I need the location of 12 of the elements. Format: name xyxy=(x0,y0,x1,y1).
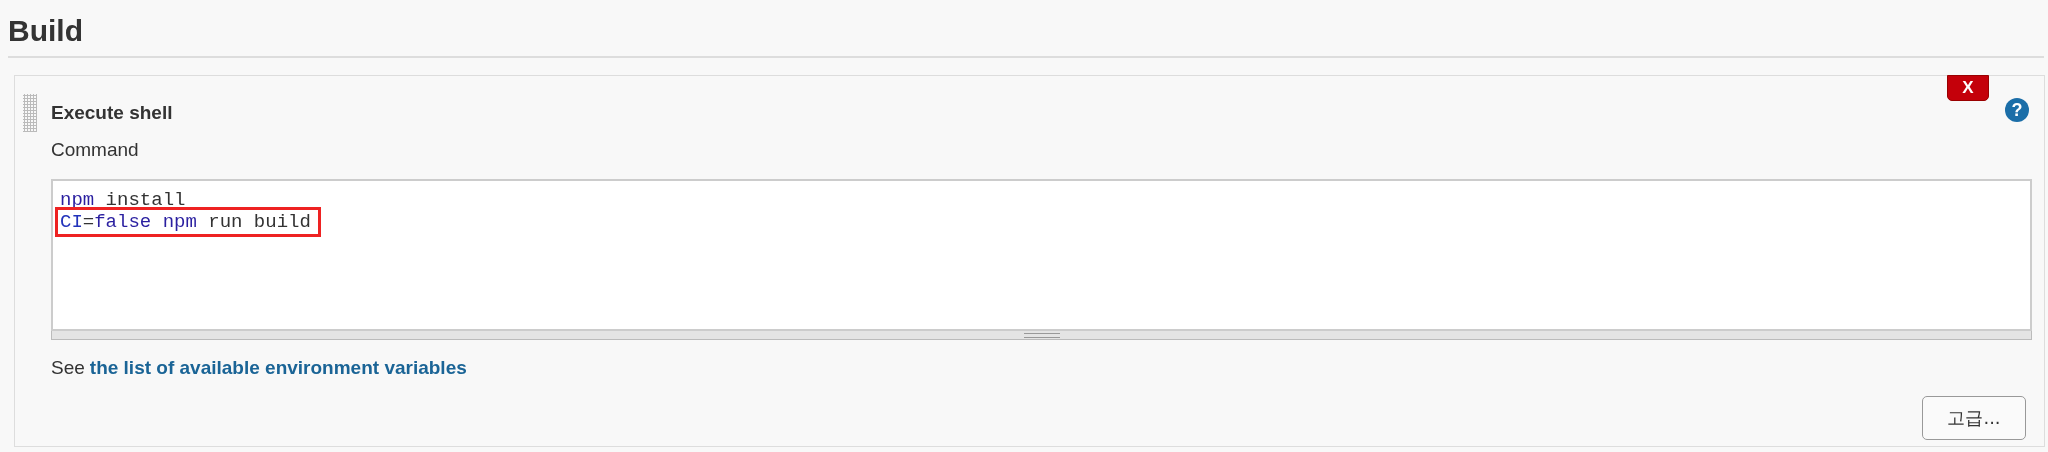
command-field[interactable]: npm install CI=false npm run build xyxy=(51,179,2032,331)
drag-handle-icon[interactable] xyxy=(23,94,37,132)
delete-button[interactable]: X xyxy=(1947,75,1989,101)
environment-variables-link[interactable]: the list of available environment variables xyxy=(89,356,467,380)
hint-text: See xyxy=(51,356,85,380)
resize-handle[interactable] xyxy=(51,331,2032,340)
advanced-button[interactable]: 고급... xyxy=(1922,396,2026,440)
step-title: Execute shell xyxy=(51,102,173,124)
field-label: Command xyxy=(51,138,139,162)
section-title: Build xyxy=(8,14,83,48)
help-icon[interactable]: ? xyxy=(2005,98,2029,122)
code-line: npm install xyxy=(59,189,187,211)
